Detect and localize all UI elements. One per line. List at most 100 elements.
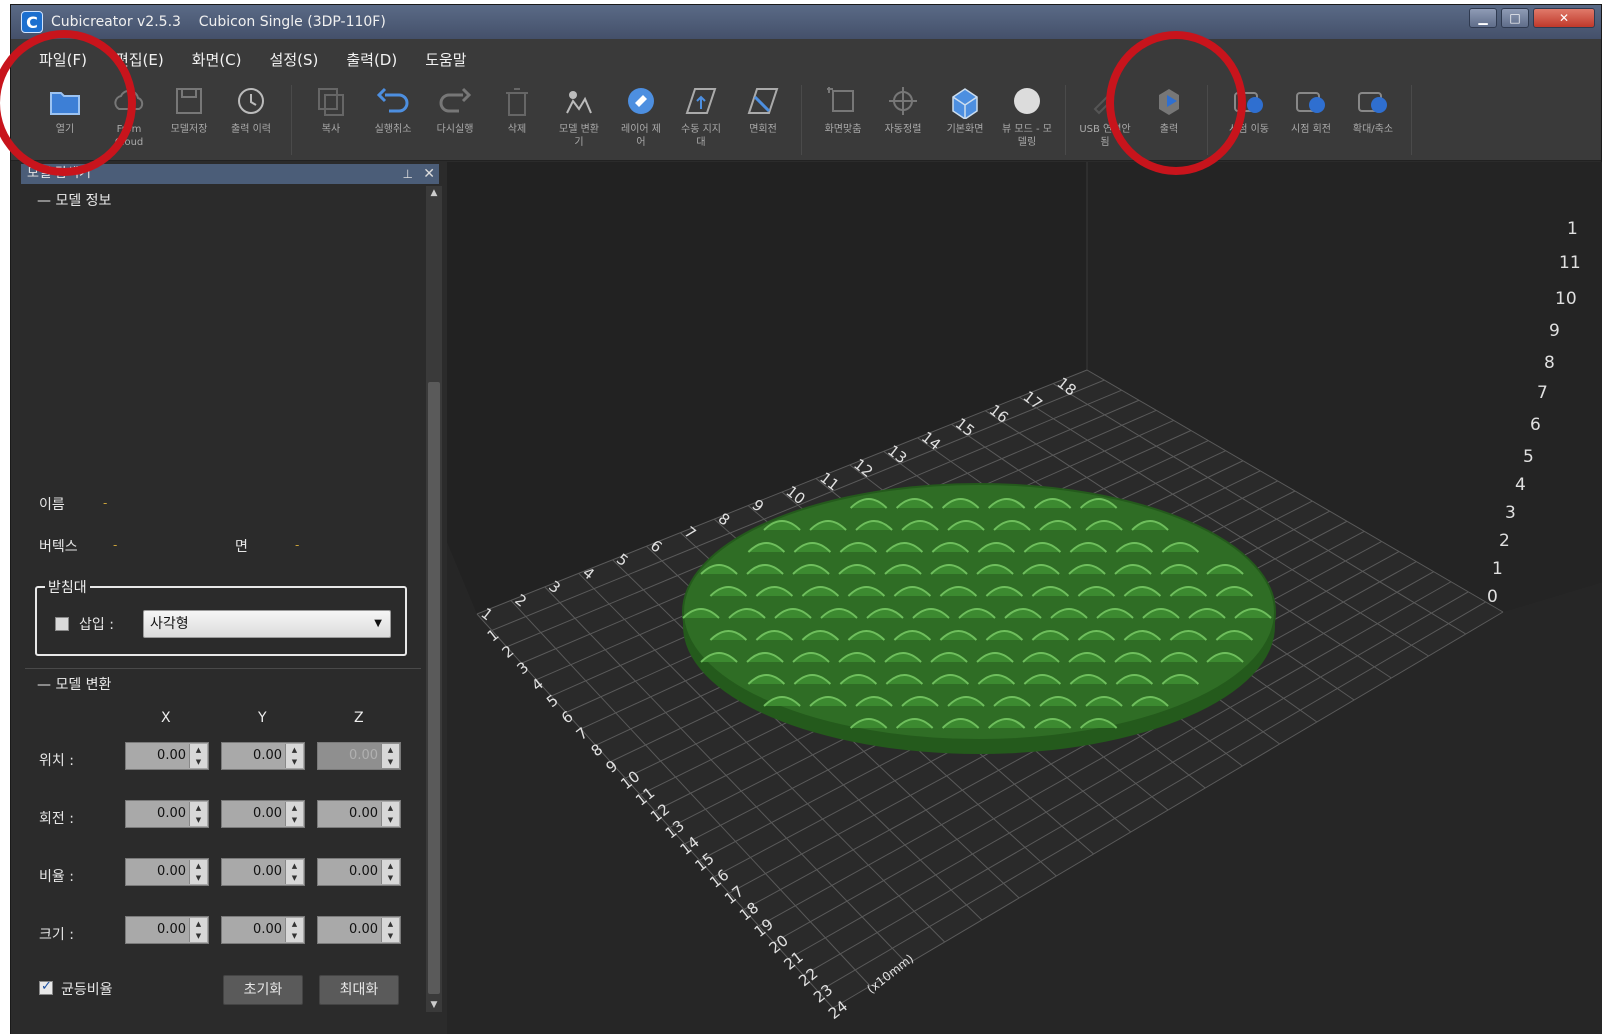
spin-arrows-icon[interactable]: ▲ ▼ <box>285 860 303 884</box>
spinbox-x[interactable]: 0.00 ▲ ▼ <box>125 858 209 886</box>
toolbar-button-auto-arrange[interactable]: 자동정렬 <box>873 83 933 136</box>
view-rotate-icon <box>1291 83 1331 119</box>
spin-arrows-icon[interactable]: ▲ ▼ <box>285 802 303 826</box>
view-mode-icon <box>1007 83 1047 119</box>
uniform-scale-checkbox[interactable]: ✓ <box>39 979 53 995</box>
menu-file[interactable]: 파일(F) <box>39 45 87 74</box>
maximize-size-button[interactable]: 최대화 <box>319 975 399 1005</box>
close-window-button[interactable]: ✕ <box>1533 8 1595 28</box>
toolbar-label: 화면맞춤 <box>824 124 862 135</box>
spinbox-value: 0.00 <box>349 806 378 821</box>
toolbar-button-view-move[interactable]: 시점 이동 <box>1219 83 1279 136</box>
reset-button[interactable]: 초기화 <box>223 975 303 1005</box>
spin-arrows-icon[interactable]: ▲ ▼ <box>381 860 399 884</box>
toolbar-button-redo[interactable]: 다시실행 <box>425 83 485 136</box>
support-shape-select[interactable]: 사각형 ▼ <box>143 610 391 638</box>
toolbar-button-usb[interactable]: USB 연결안 됨 <box>1075 83 1135 149</box>
spinbox-value: 0.00 <box>349 864 378 879</box>
spin-arrows-icon[interactable]: ▲ ▼ <box>189 860 207 884</box>
panel-title: 모델 탐색기 <box>27 166 91 181</box>
z-axis-tick-label: 4 <box>1515 475 1526 495</box>
toolbar-label: 면회전 <box>749 124 777 135</box>
pin-icon[interactable]: ⊥ <box>403 164 413 184</box>
toolbar-button-layer-control[interactable]: 레이어 제 어 <box>611 83 671 149</box>
spinbox-y[interactable]: 0.00 ▲ ▼ <box>221 858 305 886</box>
toolbar-button-undo[interactable]: 실행취소 <box>363 83 423 136</box>
spin-arrows-icon[interactable]: ▲ ▼ <box>189 918 207 942</box>
toolbar-button-cloud[interactable]: From Cloud <box>99 83 159 149</box>
scene-canvas[interactable]: 123456789101112131415161718192021222324(… <box>447 162 1602 1034</box>
panel-scrollbar[interactable]: ▲ ▼ <box>426 186 442 1012</box>
transform-row-label: 비율 : <box>39 869 74 885</box>
spin-arrows-icon[interactable]: ▲ ▼ <box>381 802 399 826</box>
toolbar-button-model-convert[interactable]: 모델 변환 기 <box>549 83 609 149</box>
toolbar-button-copy[interactable]: 복사 <box>301 83 361 136</box>
toolbar-button-save[interactable]: 모델저장 <box>159 83 219 136</box>
menu-help[interactable]: 도움말 <box>425 45 466 74</box>
axis-y-header: Y <box>258 710 267 726</box>
toolbar-button-view-mode[interactable]: 뷰 모드 - 모 델링 <box>997 83 1057 149</box>
panel-close-icon[interactable]: ✕ <box>423 164 435 184</box>
spinbox-z[interactable]: 0.00 ▲ ▼ <box>317 800 401 828</box>
scroll-up-icon[interactable]: ▲ <box>426 186 442 200</box>
spinbox-value: 0.00 <box>157 806 186 821</box>
zoom-icon <box>1353 83 1393 119</box>
spinbox-x[interactable]: 0.00 ▲ ▼ <box>125 800 209 828</box>
redo-icon <box>435 83 475 119</box>
window-title: Cubicreator v2.5.3 Cubicon Single (3DP-1… <box>51 14 386 30</box>
z-axis-tick-label: 7 <box>1537 383 1548 403</box>
minimize-button[interactable]: ▁ <box>1469 8 1497 28</box>
toolbar-button-face-rotate[interactable]: 면회전 <box>733 83 793 136</box>
spin-arrows-icon[interactable]: ▲ ▼ <box>381 918 399 942</box>
auto-arrange-icon <box>883 83 923 119</box>
toolbar-label: 자동정렬 <box>884 124 922 135</box>
menu-view[interactable]: 화면(C) <box>192 45 242 74</box>
toolbar-label: 복사 <box>321 124 341 135</box>
toolbar-button-default-view[interactable]: 기본화면 <box>935 83 995 136</box>
spinbox-value: 0.00 <box>349 922 378 937</box>
toolbar-label: 기본화면 <box>946 124 984 135</box>
z-axis-tick-label: 6 <box>1530 415 1541 435</box>
menu-print[interactable]: 출력(D) <box>346 45 397 74</box>
scroll-thumb[interactable] <box>428 382 440 994</box>
name-value: - <box>103 496 108 510</box>
spinbox-x[interactable]: 0.00 ▲ ▼ <box>125 916 209 944</box>
spinbox-z[interactable]: 0.00 ▲ ▼ <box>317 916 401 944</box>
3d-viewport[interactable]: 1 2 3 4 5 6 7 8 9 10 11 12 13 14 15 16 17 18 19 20 21 22 23 24(… <box>447 162 1602 1034</box>
spin-arrows-icon[interactable]: ▲ ▼ <box>285 744 303 768</box>
view-move-icon <box>1229 83 1269 119</box>
spinbox-y[interactable]: 0.00 ▲ ▼ <box>221 742 305 770</box>
spin-arrows-icon[interactable]: ▲ ▼ <box>189 744 207 768</box>
spinbox-value: 0.00 <box>349 748 378 763</box>
toolbar-button-history[interactable]: 출력 이력 <box>221 83 281 136</box>
spinbox-z[interactable]: 0.00 ▲ ▼ <box>317 858 401 886</box>
toolbar-button-folder-open[interactable]: 열기 <box>35 83 95 136</box>
vertex-value: - <box>113 538 118 552</box>
toolbar-button-fit-screen[interactable]: 화면맞춤 <box>813 83 873 136</box>
menu-settings[interactable]: 설정(S) <box>270 45 319 74</box>
insert-support-checkbox[interactable] <box>55 617 69 631</box>
z-axis-tick-label: 1 <box>1492 559 1503 579</box>
maximize-button[interactable]: □ <box>1501 8 1529 28</box>
toolbar-button-manual-support[interactable]: 수동 지지 대 <box>671 83 731 149</box>
spin-arrows-icon[interactable]: ▲ ▼ <box>381 744 399 768</box>
toolbar-button-view-rotate[interactable]: 시점 회전 <box>1281 83 1341 136</box>
spin-arrows-icon[interactable]: ▲ ▼ <box>285 918 303 942</box>
title-bar: C Cubicreator v2.5.3 Cubicon Single (3DP… <box>11 5 1601 39</box>
spinbox-y[interactable]: 0.00 ▲ ▼ <box>221 916 305 944</box>
menu-edit[interactable]: 편집(E) <box>115 45 164 74</box>
support-legend: 받침대 <box>45 577 90 597</box>
transform-header[interactable]: — 모델 변환 <box>37 674 111 694</box>
toolbar-label: 레이어 제 어 <box>621 124 661 148</box>
spin-arrows-icon[interactable]: ▲ ▼ <box>189 802 207 826</box>
scroll-down-icon[interactable]: ▼ <box>426 998 442 1012</box>
spinbox-x[interactable]: 0.00 ▲ ▼ <box>125 742 209 770</box>
toolbar-button-trash[interactable]: 삭제 <box>487 83 547 136</box>
model-info-header[interactable]: — 모델 정보 <box>37 190 111 210</box>
spinbox-value: 0.00 <box>157 748 186 763</box>
toolbar-separator <box>1411 85 1412 155</box>
folder-open-icon <box>45 83 85 119</box>
spinbox-y[interactable]: 0.00 ▲ ▼ <box>221 800 305 828</box>
toolbar-button-zoom[interactable]: 확대/축소 <box>1343 83 1403 136</box>
toolbar-button-print[interactable]: 출력 <box>1139 83 1199 136</box>
